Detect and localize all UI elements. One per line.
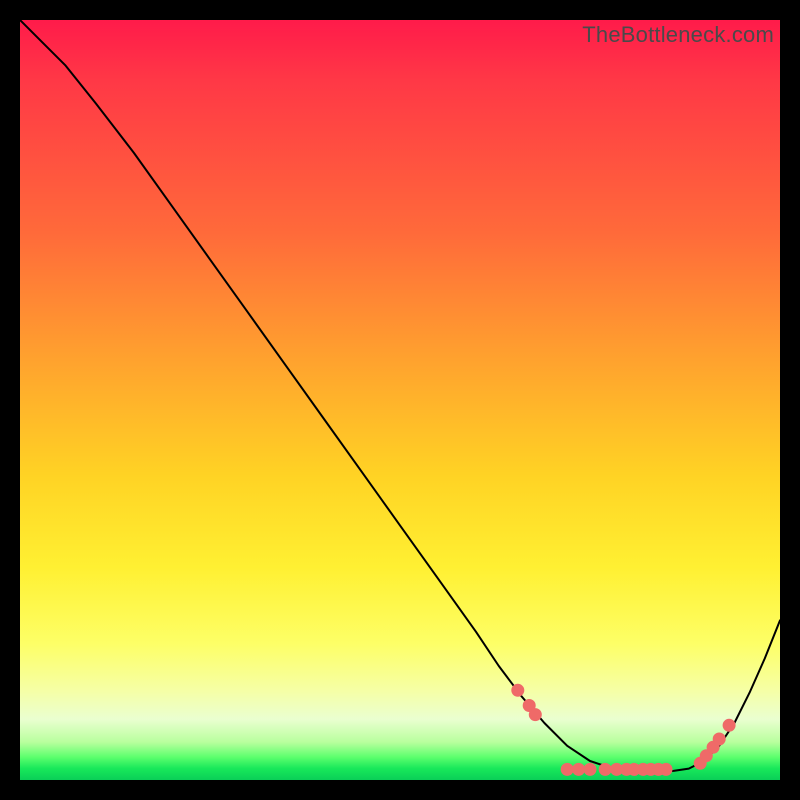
curve-marker xyxy=(723,719,735,731)
curve-marker xyxy=(512,684,524,696)
curve-marker xyxy=(599,763,611,775)
curve-marker xyxy=(573,763,585,775)
curve-marker xyxy=(713,733,725,745)
bottleneck-curve xyxy=(20,20,780,772)
chart-frame: TheBottleneck.com xyxy=(20,20,780,780)
watermark-text: TheBottleneck.com xyxy=(582,22,774,48)
curve-marker xyxy=(529,709,541,721)
curve-marker xyxy=(561,763,573,775)
curve-marker xyxy=(660,763,672,775)
curve-markers xyxy=(512,684,735,775)
curve-marker xyxy=(584,763,596,775)
chart-overlay xyxy=(20,20,780,780)
